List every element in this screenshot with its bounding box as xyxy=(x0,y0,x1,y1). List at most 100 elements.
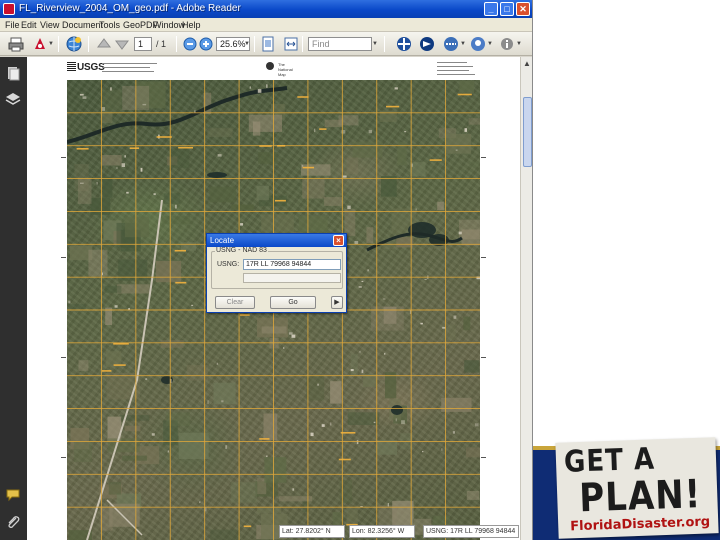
comments-icon[interactable] xyxy=(5,487,21,503)
land-patch xyxy=(466,491,480,500)
land-patch xyxy=(230,482,258,503)
building-speckle xyxy=(124,155,126,158)
building-speckle xyxy=(175,204,177,209)
building-speckle xyxy=(384,352,386,355)
geo-locate-icon[interactable] xyxy=(419,36,435,52)
land-patch xyxy=(261,326,287,334)
header-text-line xyxy=(437,66,473,67)
usng-readout: USNG: 17R LL 79968 94844 xyxy=(423,525,519,538)
map-label-mark xyxy=(129,147,139,149)
mark-chevron-down-icon[interactable]: ▼ xyxy=(487,41,493,57)
title-bar[interactable]: FL_Riverview_2004_OM_geo.pdf - Adobe Rea… xyxy=(0,0,532,18)
building-speckle xyxy=(373,421,376,424)
dialog-close-icon[interactable]: × xyxy=(333,235,344,246)
land-patch xyxy=(122,455,147,461)
building-speckle xyxy=(310,432,314,437)
building-speckle xyxy=(368,129,372,134)
usng-input[interactable]: 17R LL 79968 94844 xyxy=(243,259,341,270)
building-speckle xyxy=(167,450,170,453)
building-speckle xyxy=(314,128,316,133)
land-patch xyxy=(88,249,108,277)
menu-file[interactable]: File xyxy=(5,18,20,32)
land-patch xyxy=(77,177,92,204)
land-patch xyxy=(256,507,282,514)
building-speckle xyxy=(395,418,397,422)
document-area[interactable]: USGS The National Map Locate × USNG - NA… xyxy=(27,57,520,540)
land-patch xyxy=(213,382,236,405)
national-map-logo xyxy=(266,62,274,70)
map-label-mark xyxy=(297,96,309,98)
land-patch xyxy=(468,118,480,125)
building-speckle xyxy=(153,193,156,196)
land-patch xyxy=(124,216,149,238)
toolbar: ▼ 1 / 1 25.6% ▼ Find ▼ ▼ ▼ ▼ xyxy=(0,32,532,57)
building-speckle xyxy=(415,208,417,211)
info-icon[interactable] xyxy=(499,36,515,52)
dialog-title[interactable]: Locate xyxy=(207,234,346,247)
fit-width-icon[interactable] xyxy=(283,36,299,52)
next-page-icon[interactable] xyxy=(114,36,130,52)
geo-mark-icon[interactable] xyxy=(470,36,486,52)
scroll-thumb[interactable] xyxy=(523,97,532,167)
building-speckle xyxy=(80,182,84,184)
menu-window[interactable]: Window xyxy=(153,18,185,32)
building-speckle xyxy=(404,131,407,133)
zoom-chevron-down-icon[interactable]: ▼ xyxy=(244,41,250,57)
land-patch xyxy=(67,304,86,310)
menu-help[interactable]: Help xyxy=(182,18,201,32)
building-speckle xyxy=(455,149,458,151)
info-chevron-down-icon[interactable]: ▼ xyxy=(516,41,522,57)
land-patch xyxy=(445,133,472,154)
globe-icon[interactable] xyxy=(66,36,82,52)
print-icon[interactable] xyxy=(8,36,24,52)
land-patch xyxy=(396,236,414,248)
land-patch xyxy=(366,227,374,244)
lake xyxy=(207,172,227,178)
pages-icon[interactable] xyxy=(5,65,21,81)
acrobat-tools-icon[interactable] xyxy=(32,36,48,52)
get-a-plan-logo: GET A PLAN! FloridaDisaster.org xyxy=(533,437,720,540)
menu-tools[interactable]: Tools xyxy=(99,18,120,32)
go-button[interactable]: Go xyxy=(270,296,316,309)
map-label-mark xyxy=(386,105,400,108)
land-patch xyxy=(377,439,398,455)
layers-icon[interactable] xyxy=(5,91,21,107)
land-patch xyxy=(163,193,181,204)
geo-chevron-down-icon[interactable]: ▼ xyxy=(460,41,466,57)
fit-page-icon[interactable] xyxy=(260,36,276,52)
scroll-up-icon[interactable]: ▲ xyxy=(523,59,531,68)
vertical-scrollbar[interactable]: ▲ xyxy=(520,57,532,540)
zoom-out-icon[interactable] xyxy=(182,36,198,52)
chevron-down-icon[interactable]: ▼ xyxy=(48,41,54,57)
building-speckle xyxy=(411,163,413,167)
page-number-input[interactable]: 1 xyxy=(134,37,152,51)
close-button[interactable]: ✕ xyxy=(516,2,530,16)
more-options-button[interactable]: ▶ xyxy=(331,296,343,309)
building-speckle xyxy=(116,167,118,169)
previous-page-icon[interactable] xyxy=(96,36,112,52)
find-chevron-down-icon[interactable]: ▼ xyxy=(372,41,378,57)
zoom-in-icon[interactable] xyxy=(198,36,214,52)
geo-measure-icon[interactable] xyxy=(443,36,459,52)
find-input[interactable]: Find xyxy=(308,37,372,51)
building-speckle xyxy=(216,362,219,365)
building-speckle xyxy=(121,163,125,167)
menu-view[interactable]: View xyxy=(40,18,59,32)
map-label-mark xyxy=(102,370,112,372)
screen: FL_Riverview_2004_OM_geo.pdf - Adobe Rea… xyxy=(0,0,720,540)
maximize-button[interactable]: □ xyxy=(500,2,514,16)
land-patch xyxy=(231,204,254,210)
menu-edit[interactable]: Edit xyxy=(21,18,37,32)
building-speckle xyxy=(359,350,361,353)
header-text-line xyxy=(437,70,469,71)
building-speckle xyxy=(453,315,457,319)
usng-secondary-field[interactable] xyxy=(243,273,341,283)
minimize-button[interactable]: _ xyxy=(484,2,498,16)
attachments-icon[interactable] xyxy=(5,514,21,530)
land-patch xyxy=(178,432,209,459)
building-speckle xyxy=(329,422,332,426)
land-patch xyxy=(381,176,397,197)
menu-document[interactable]: Document xyxy=(62,18,103,32)
clear-button[interactable]: Clear xyxy=(215,296,255,309)
geo-crosshair-icon[interactable] xyxy=(396,36,412,52)
